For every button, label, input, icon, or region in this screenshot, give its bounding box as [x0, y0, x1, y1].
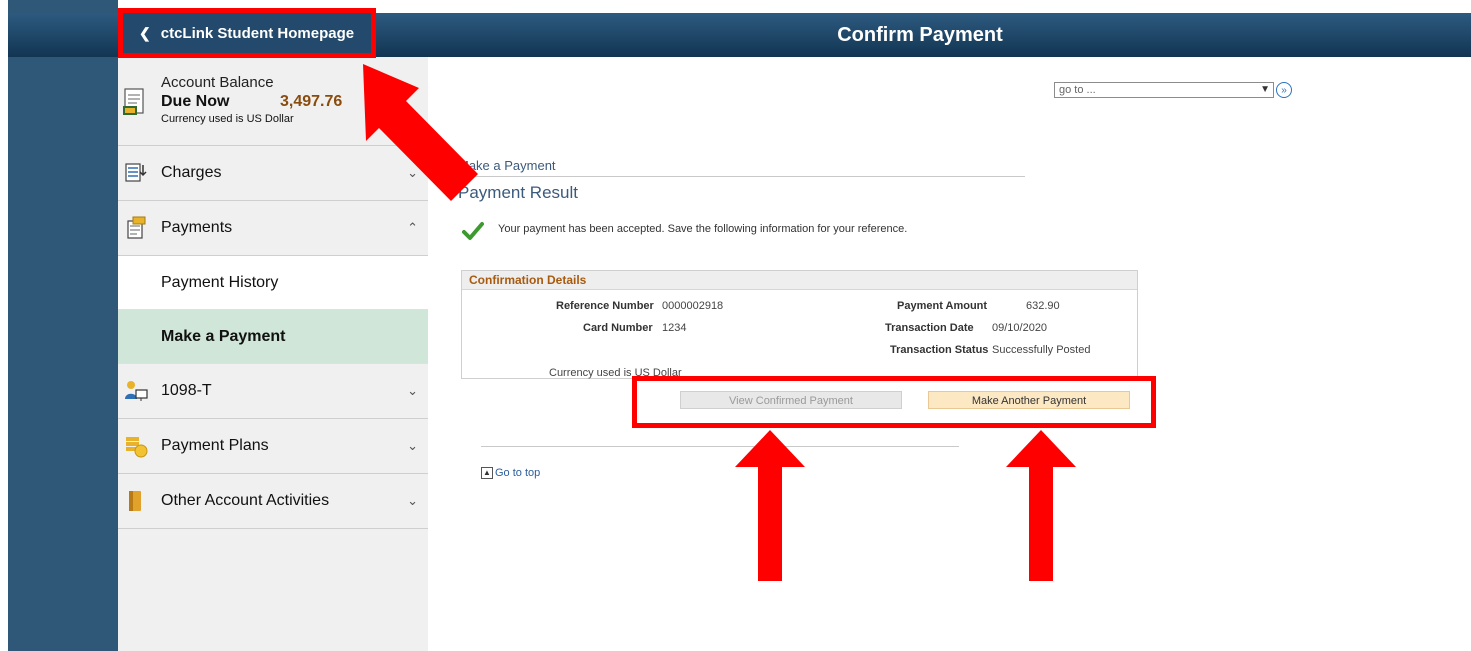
reference-number-value: 0000002918: [662, 300, 724, 312]
sidebar-item-label: Payments: [161, 219, 233, 236]
transaction-date-label: Transaction Date: [885, 322, 974, 334]
due-now-amount: 3,497.76: [280, 93, 343, 110]
transaction-status-label: Transaction Status: [890, 344, 989, 356]
due-now-label: Due Now: [161, 93, 230, 110]
checkmark-icon: [462, 222, 484, 240]
annotation-arrow-up-right: [1006, 430, 1076, 581]
goto-go-button[interactable]: »: [1276, 82, 1292, 98]
breadcrumb-divider: [458, 176, 1025, 177]
person-computer-icon: [125, 381, 148, 401]
annotation-highlight-box: [632, 376, 1156, 428]
chevron-down-icon: ▼: [1260, 84, 1270, 95]
currency-note: Currency used is US Dollar: [161, 113, 294, 125]
sidebar-item-label: Payment Plans: [161, 437, 269, 454]
transaction-date-value: 09/10/2020: [992, 322, 1048, 334]
transaction-status-value: Successfully Posted: [992, 344, 1091, 356]
chevron-down-icon: ⌄: [407, 438, 418, 453]
chevron-up-icon: ⌃: [407, 220, 418, 235]
payments-icon: [127, 216, 146, 239]
goto-select[interactable]: go to ... ▼: [1054, 82, 1274, 98]
go-to-top-label: Go to top: [495, 467, 541, 479]
reference-number-label: Reference Number: [556, 300, 654, 312]
chevron-down-icon: ⌄: [407, 383, 418, 398]
sidebar-item-label: Other Account Activities: [161, 492, 330, 509]
chevron-left-icon: ❮: [139, 24, 151, 41]
sidebar-item-label: Make a Payment: [161, 327, 286, 345]
charges-icon: [125, 163, 147, 182]
goto-select-value: go to ...: [1059, 84, 1096, 96]
sidebar-item-payments[interactable]: Payments ⌃: [118, 201, 428, 256]
payment-amount-value: 632.90: [1026, 300, 1060, 312]
annotation-arrow-up-left: [735, 430, 805, 581]
sidebar-item-label: 1098-T: [161, 382, 212, 399]
chevron-down-icon: ⌄: [407, 493, 418, 508]
card-number-label: Card Number: [583, 322, 653, 334]
document-icon: [123, 88, 144, 115]
sidebar: Account Balance Due Now 3,497.76 Currenc…: [118, 57, 428, 651]
sidebar-item-payment-plans[interactable]: Payment Plans ⌄: [118, 419, 428, 474]
success-message: Your payment has been accepted. Save the…: [498, 223, 908, 235]
sidebar-item-make-a-payment[interactable]: Make a Payment: [118, 310, 428, 364]
homepage-back-button[interactable]: ❮ ctcLink Student Homepage: [118, 8, 376, 58]
sidebar-item-other-account-activities[interactable]: Other Account Activities ⌄: [118, 474, 428, 529]
sidebar-item-label: Payment History: [161, 273, 279, 291]
coins-icon: [126, 437, 148, 458]
breadcrumb[interactable]: Make a Payment: [458, 158, 556, 173]
go-to-top-link[interactable]: ▲ Go to top: [481, 467, 540, 479]
sidebar-item-1098t[interactable]: 1098-T ⌄: [118, 364, 428, 419]
sidebar-item-payment-history[interactable]: Payment History: [118, 256, 428, 310]
homepage-back-label: ctcLink Student Homepage: [160, 24, 355, 42]
card-number-value: 1234: [662, 322, 687, 334]
account-balance-title: Account Balance: [161, 74, 274, 91]
folder-icon: [129, 491, 141, 511]
sidebar-item-charges[interactable]: Charges ⌄: [118, 146, 428, 201]
arrow-up-icon: ▲: [481, 467, 493, 479]
confirmation-details-header: Confirmation Details: [462, 271, 1137, 290]
section-divider: [481, 446, 959, 447]
chevron-down-icon: ⌄: [407, 165, 418, 180]
left-edge-background: [0, 0, 118, 651]
sidebar-item-label: Charges: [161, 164, 222, 181]
payment-result-title: Payment Result: [458, 183, 578, 202]
account-balance-panel: Account Balance Due Now 3,497.76 Currenc…: [118, 57, 428, 146]
payment-amount-label: Payment Amount: [897, 300, 988, 312]
page-title: Confirm Payment: [837, 24, 1003, 46]
